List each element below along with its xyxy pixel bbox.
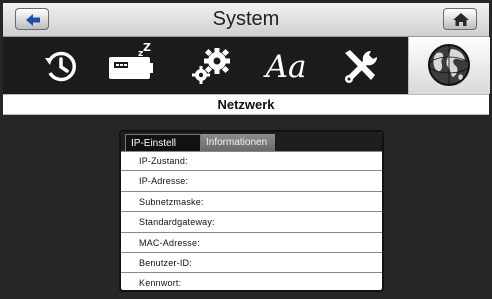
section-header: Netzwerk (3, 94, 489, 115)
network-info-list: IP-Zustand: IP-Adresse: Subnetzmaske: St… (121, 151, 382, 290)
category-tab-bar: z Z Aa (3, 37, 490, 94)
globe-network-icon (428, 44, 470, 86)
ip-address-label: IP-Adresse: (139, 176, 189, 187)
tab-power[interactable]: z Z (98, 37, 173, 94)
svg-text:Z: Z (143, 41, 151, 54)
mac-address-label: MAC-Adresse: (139, 237, 200, 248)
tools-icon (345, 50, 378, 83)
app-window: System z Z Aa Netzwerk IP-Einstell ungen… (0, 0, 492, 299)
page-title: Netzwerk (217, 97, 275, 112)
list-item-user-id: Benutzer-ID: (121, 253, 382, 274)
tab-settings[interactable] (173, 37, 248, 94)
font-aa-icon: Aa (263, 49, 307, 85)
list-item-subnet-mask: Subnetzmaske: (121, 192, 382, 213)
ip-status-label: IP-Zustand: (139, 156, 188, 166)
tab-language[interactable]: Aa (248, 37, 323, 94)
battery-sleep-icon: z Z (109, 41, 153, 79)
list-item-mac-address: MAC-Adresse: (121, 233, 382, 253)
clock-history-icon (45, 51, 76, 82)
user-id-label: Benutzer-ID: (139, 257, 192, 268)
list-item-default-gateway: Standardgateway: (121, 212, 382, 233)
list-item-password: Kennwort: (121, 273, 382, 290)
title-bar: System (3, 3, 489, 37)
password-label: Kennwort: (139, 278, 182, 289)
tab-time[interactable] (23, 37, 98, 94)
subnet-mask-label: Subnetzmaske: (139, 196, 204, 207)
gears-icon (192, 48, 230, 84)
network-panel: IP-Einstell ungen Informationen IP-Zusta… (119, 130, 384, 292)
panel-tab-strip: IP-Einstell ungen Informationen (121, 132, 382, 166)
home-button[interactable] (443, 8, 477, 30)
tab-network[interactable] (408, 37, 490, 94)
list-item-ip-address: IP-Adresse: (121, 171, 382, 192)
list-item-ip-status: IP-Zustand: (121, 151, 382, 172)
tab-ip-settings[interactable]: IP-Einstell ungen (125, 134, 201, 166)
tab-tools[interactable] (323, 37, 398, 94)
tab-information[interactable]: Informationen (201, 134, 275, 151)
window-title: System (212, 8, 280, 30)
default-gateway-label: Standardgateway: (139, 217, 215, 228)
home-icon (453, 13, 469, 26)
svg-text:Aa: Aa (263, 49, 307, 85)
